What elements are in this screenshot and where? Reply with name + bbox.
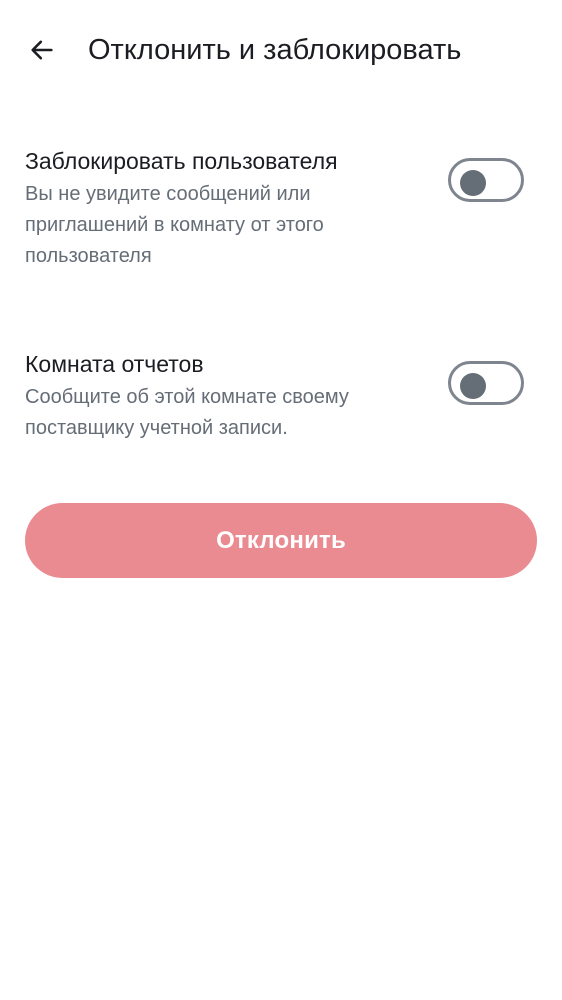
app-bar: Отклонить и заблокировать (0, 0, 562, 100)
toggle-knob (460, 373, 486, 399)
page-title: Отклонить и заблокировать (88, 34, 462, 66)
decline-button[interactable]: Отклонить (25, 503, 537, 578)
setting-description: Вы не увидите сообщений или приглашений … (25, 183, 324, 267)
report-room-toggle[interactable] (448, 361, 524, 405)
setting-title: Комната отчетов (25, 351, 204, 377)
toggle-knob (460, 170, 486, 196)
setting-description: Сообщите об этой комнате своему поставщи… (25, 386, 349, 439)
setting-block-user: Заблокировать пользователя Вы не увидите… (25, 146, 537, 272)
setting-text: Комната отчетов Сообщите об этой комнате… (25, 349, 415, 444)
arrow-left-icon (31, 40, 53, 60)
back-button[interactable] (20, 28, 64, 72)
setting-text: Заблокировать пользователя Вы не увидите… (25, 146, 415, 272)
setting-report-room: Комната отчетов Сообщите об этой комнате… (25, 349, 537, 444)
block-user-toggle[interactable] (448, 158, 524, 202)
setting-title: Заблокировать пользователя (25, 148, 338, 174)
